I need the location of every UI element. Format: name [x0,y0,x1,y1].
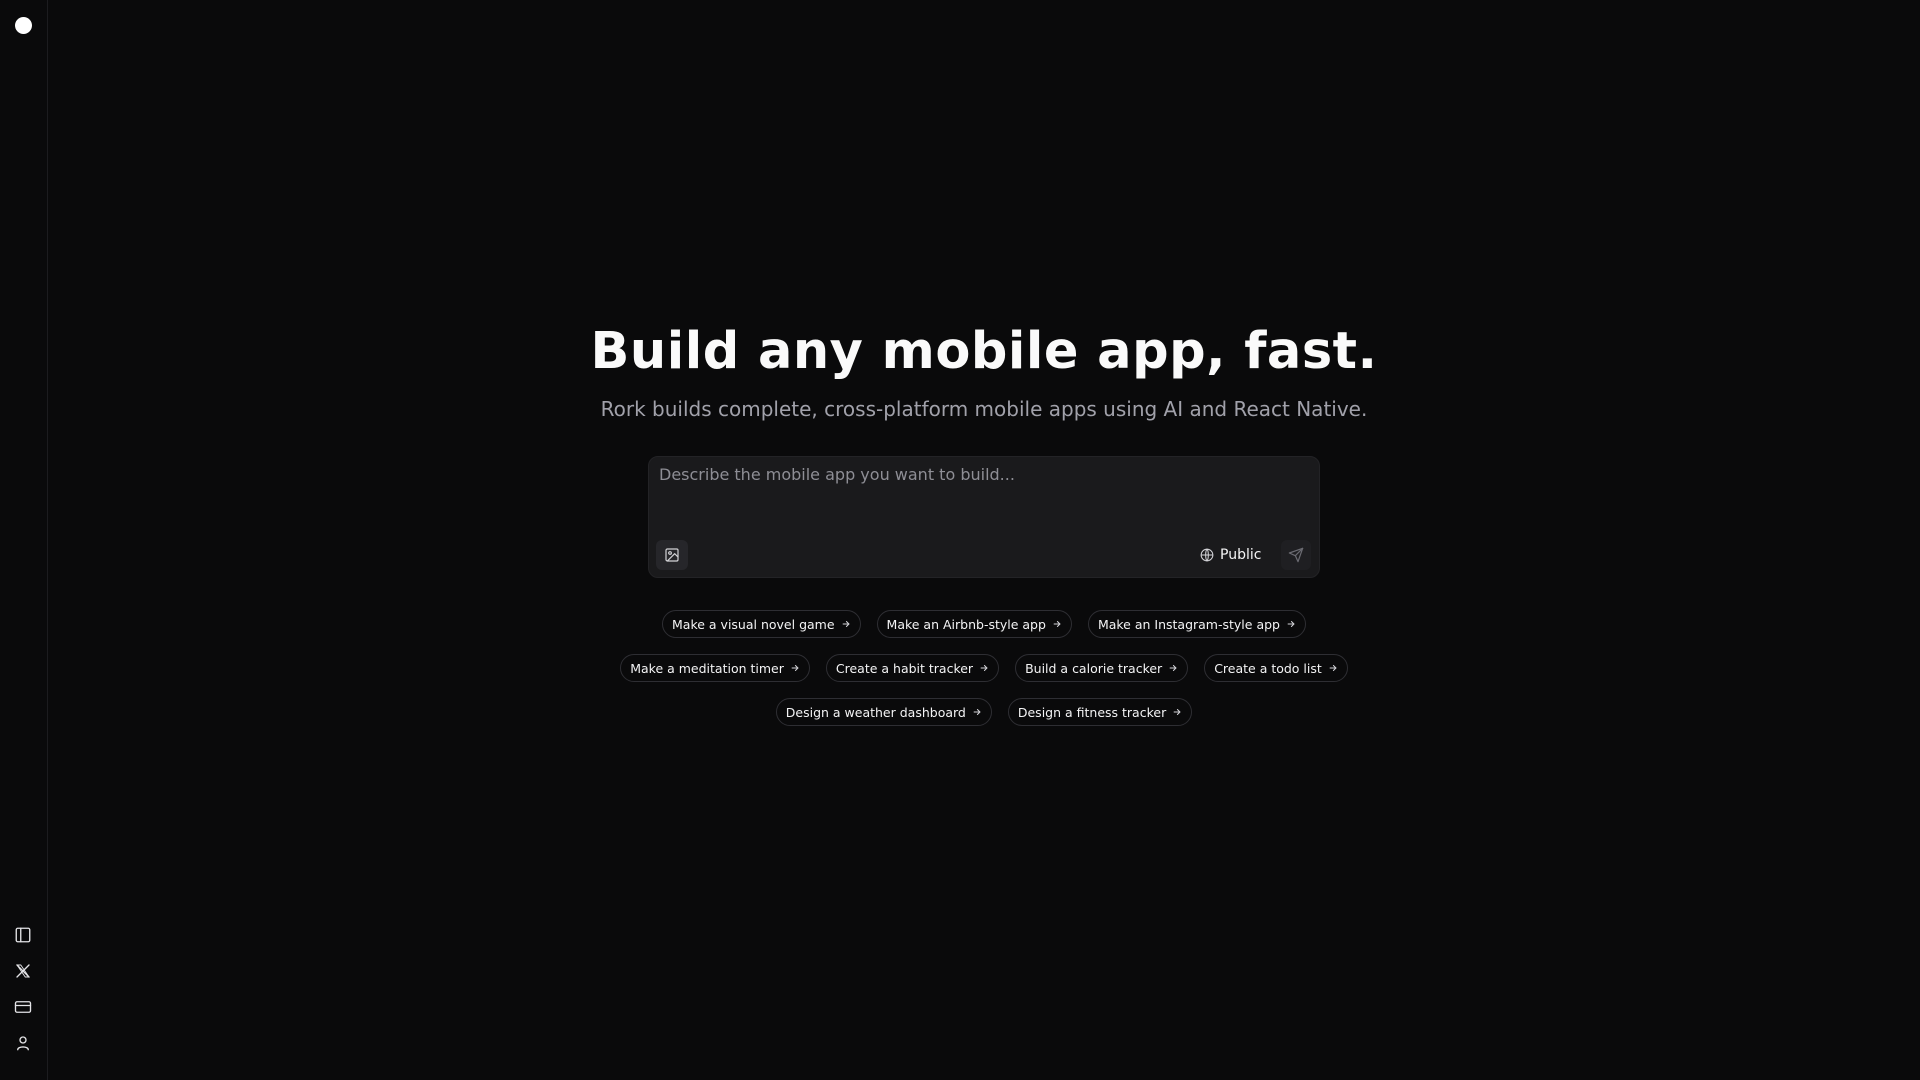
suggestion-label: Create a todo list [1214,660,1322,676]
arrow-right-icon [980,665,988,671]
main-content: Build any mobile app, fast. Rork builds … [48,0,1920,1080]
suggestion-label: Create a habit tracker [835,660,974,676]
visibility-toggle-button[interactable]: Public [1200,542,1261,568]
suggestion-label: Design a weather dashboard [785,704,966,720]
suggestion-row: Make a meditation timer Create a habit t… [608,654,1360,682]
send-icon [1288,547,1304,563]
arrow-right-icon [1173,709,1181,715]
arrow-right-icon [1329,665,1337,671]
suggestion-row: Make a visual novel game Make an Airbnb-… [608,610,1360,638]
suggestion-chips: Make a visual novel game Make an Airbnb-… [608,610,1360,742]
page-title: Build any mobile app, fast. [590,322,1378,381]
visibility-label: Public [1220,547,1262,563]
suggestion-chip[interactable]: Build a calorie tracker [1015,654,1189,682]
page-subtitle: Rork builds complete, cross-platform mob… [600,397,1368,421]
suggestion-label: Make a meditation timer [630,660,784,676]
suggestion-label: Make an Airbnb-style app [886,616,1046,632]
suggestion-chip[interactable]: Make a visual novel game [662,610,861,638]
x-logo-icon[interactable] [11,959,35,983]
suggestion-label: Make an Instagram-style app [1097,616,1280,632]
suggestion-chip[interactable]: Make an Instagram-style app [1087,610,1306,638]
sidebar-toggle-icon[interactable] [11,923,35,947]
image-icon [665,548,679,562]
prompt-input[interactable] [657,463,1311,527]
send-button[interactable] [1281,540,1311,570]
suggestion-chip[interactable]: Design a weather dashboard [775,698,992,726]
suggestion-label: Design a fitness tracker [1017,704,1167,720]
logo-icon[interactable] [15,17,32,34]
attach-image-button[interactable] [656,540,688,570]
suggestion-chip[interactable]: Create a todo list [1204,654,1348,682]
suggestion-label: Make a visual novel game [672,616,835,632]
arrow-right-icon [973,709,981,715]
arrow-right-icon [1287,621,1295,627]
sidebar [0,0,48,1080]
globe-icon [1200,548,1214,562]
prompt-composer: Public [648,456,1320,578]
credit-card-icon[interactable] [11,995,35,1019]
user-icon[interactable] [11,1031,35,1055]
arrow-right-icon [1169,665,1177,671]
suggestion-row: Design a weather dashboard Design a fitn… [608,698,1360,726]
suggestion-chip[interactable]: Make a meditation timer [620,654,810,682]
suggestion-chip[interactable]: Make an Airbnb-style app [876,610,1072,638]
suggestion-chip[interactable]: Create a habit tracker [825,654,1000,682]
arrow-right-icon [791,665,799,671]
arrow-right-icon [842,621,849,627]
arrow-right-icon [1053,621,1061,627]
suggestion-label: Build a calorie tracker [1025,660,1163,676]
suggestion-chip[interactable]: Design a fitness tracker [1007,698,1193,726]
